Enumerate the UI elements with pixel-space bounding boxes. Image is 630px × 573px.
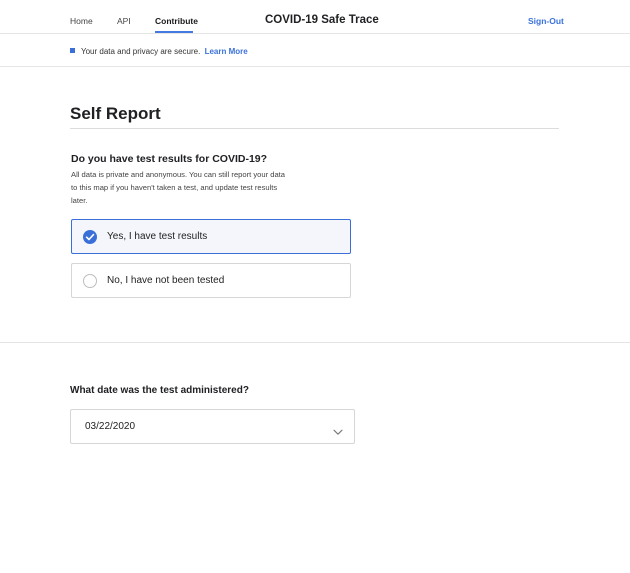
privacy-notice: Your data and privacy are secure. Learn … (81, 47, 248, 56)
nav-home-link[interactable]: Home (70, 16, 93, 26)
chevron-down-icon (333, 423, 343, 441)
app-title: COVID-19 Safe Trace (265, 14, 379, 26)
nav-api-link[interactable]: API (117, 16, 131, 26)
option-no-label: No, I have not been tested (107, 275, 225, 286)
section-divider (0, 342, 630, 343)
sign-out-link[interactable]: Sign-Out (528, 16, 564, 26)
nav-contribute-link[interactable]: Contribute (155, 16, 198, 26)
title-divider (70, 128, 559, 129)
privacy-notice-text: Your data and privacy are secure. (81, 47, 201, 56)
test-date-dropdown[interactable]: 03/22/2020 (70, 409, 355, 444)
test-date-question: What date was the test administered? (70, 385, 249, 396)
test-results-description: All data is private and anonymous. You c… (71, 170, 286, 205)
top-navigation-bar: Home API Contribute COVID-19 Safe Trace … (0, 0, 630, 34)
option-yes-test-results[interactable]: Yes, I have test results (71, 219, 351, 254)
active-tab-indicator (155, 31, 193, 33)
option-no-not-tested[interactable]: No, I have not been tested (71, 263, 351, 298)
test-results-question: Do you have test results for COVID-19? (71, 153, 268, 165)
test-date-value: 03/22/2020 (85, 421, 136, 432)
radio-unchecked-icon (83, 274, 97, 288)
privacy-square-icon (70, 48, 75, 53)
option-yes-label: Yes, I have test results (107, 231, 208, 242)
page-title: Self Report (70, 104, 161, 123)
learn-more-link[interactable]: Learn More (205, 47, 248, 56)
radio-checked-icon (83, 230, 97, 244)
